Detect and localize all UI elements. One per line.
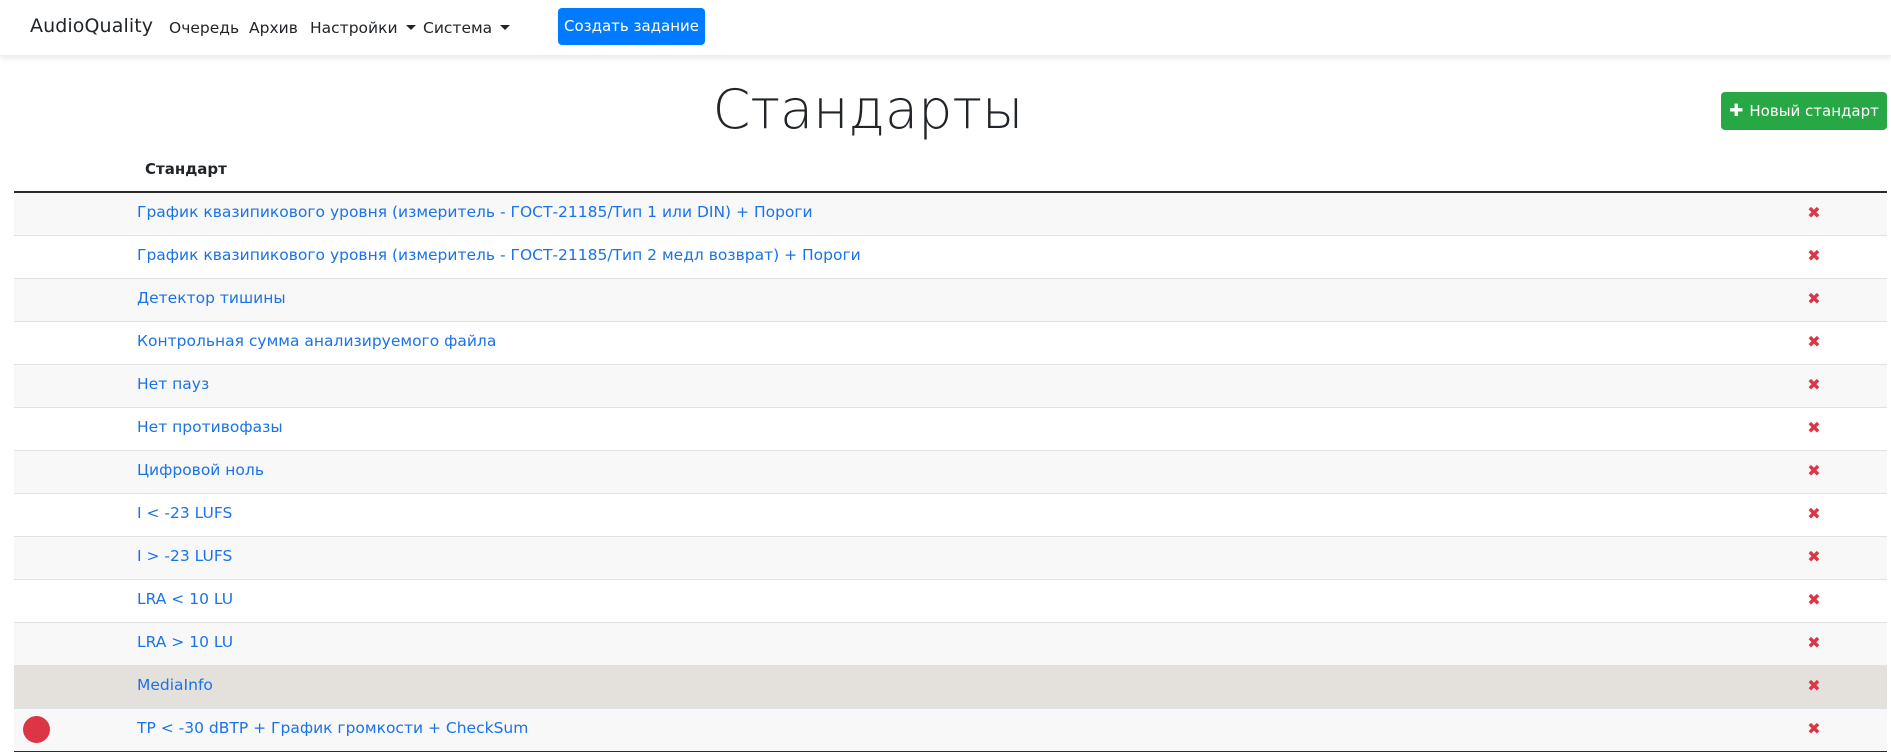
standard-link[interactable]: Детектор тишины	[137, 289, 286, 307]
table-row: LRA < 10 LU ✖	[14, 580, 1887, 623]
status-dot-icon	[23, 716, 50, 743]
chevron-down-icon	[405, 25, 416, 30]
delete-icon[interactable]: ✖	[1803, 245, 1825, 267]
standard-link[interactable]: LRA > 10 LU	[137, 633, 233, 651]
table-row: График квазипикового уровня (измеритель …	[14, 193, 1887, 236]
delete-icon[interactable]: ✖	[1803, 632, 1825, 654]
standard-link[interactable]: Цифровой ноль	[137, 461, 264, 479]
standard-link[interactable]: График квазипикового уровня (измеритель …	[137, 203, 813, 221]
delete-icon[interactable]: ✖	[1803, 417, 1825, 439]
chevron-down-icon	[500, 25, 511, 30]
standards-table: Стандарт График квазипикового уровня (из…	[14, 150, 1887, 752]
table-row: Цифровой ноль ✖	[14, 451, 1887, 494]
standard-link[interactable]: Нет пауз	[137, 375, 209, 393]
table-row: MediaInfo ✖	[14, 666, 1887, 709]
delete-icon[interactable]: ✖	[1803, 675, 1825, 697]
table-row: Нет пауз ✖	[14, 365, 1887, 408]
nav-archive[interactable]: Архив	[249, 19, 298, 37]
table-header: Стандарт	[14, 150, 1887, 193]
standard-link[interactable]: LRA < 10 LU	[137, 590, 233, 608]
new-standard-button[interactable]: ✚ Новый стандарт	[1721, 92, 1887, 130]
create-task-button[interactable]: Создать задание	[558, 8, 705, 45]
standard-link[interactable]: Нет противофазы	[137, 418, 283, 436]
nav-queue[interactable]: Очередь	[169, 19, 239, 37]
new-standard-label: Новый стандарт	[1749, 102, 1879, 120]
delete-icon[interactable]: ✖	[1803, 589, 1825, 611]
standard-link[interactable]: TP < -30 dBTP + График громкости + Check…	[137, 719, 528, 737]
nav-system-dropdown[interactable]: Система	[423, 19, 511, 37]
table-row: Контрольная сумма анализируемого файла ✖	[14, 322, 1887, 365]
page-title: Стандарты	[712, 78, 1024, 141]
table-row: I < -23 LUFS ✖	[14, 494, 1887, 537]
table-row: I > -23 LUFS ✖	[14, 537, 1887, 580]
standard-link[interactable]: MediaInfo	[137, 676, 213, 694]
standard-link[interactable]: I > -23 LUFS	[137, 547, 232, 565]
table-row: Нет противофазы ✖	[14, 408, 1887, 451]
delete-icon[interactable]: ✖	[1803, 546, 1825, 568]
table-row: График квазипикового уровня (измеритель …	[14, 236, 1887, 279]
delete-icon[interactable]: ✖	[1803, 331, 1825, 353]
delete-icon[interactable]: ✖	[1803, 503, 1825, 525]
table-row: Детектор тишины ✖	[14, 279, 1887, 322]
nav-system-label: Система	[423, 19, 493, 37]
delete-icon[interactable]: ✖	[1803, 288, 1825, 310]
table-row: LRA > 10 LU ✖	[14, 623, 1887, 666]
delete-icon[interactable]: ✖	[1803, 374, 1825, 396]
plus-icon: ✚	[1729, 101, 1744, 121]
standard-link[interactable]: I < -23 LUFS	[137, 504, 232, 522]
nav-settings-label: Настройки	[310, 19, 398, 37]
delete-icon[interactable]: ✖	[1803, 460, 1825, 482]
column-header-standard: Стандарт	[145, 160, 227, 178]
delete-icon[interactable]: ✖	[1803, 202, 1825, 224]
nav-settings-dropdown[interactable]: Настройки	[310, 19, 416, 37]
standard-link[interactable]: Контрольная сумма анализируемого файла	[137, 332, 496, 350]
table-row: TP < -30 dBTP + График громкости + Check…	[14, 709, 1887, 752]
top-navbar: AudioQuality Очередь Архив Настройки Сис…	[0, 0, 1891, 56]
brand-logo[interactable]: AudioQuality	[30, 15, 153, 37]
standard-link[interactable]: График квазипикового уровня (измеритель …	[137, 246, 861, 264]
delete-icon[interactable]: ✖	[1803, 718, 1825, 740]
